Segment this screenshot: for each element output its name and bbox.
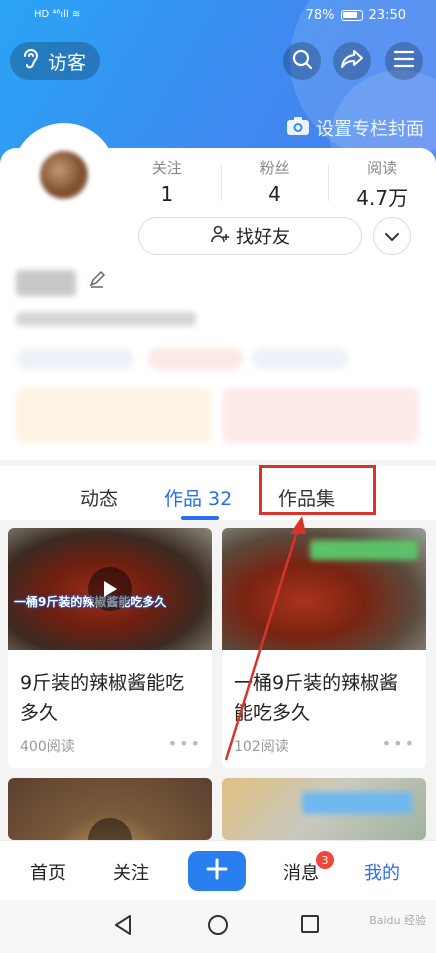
notification-badge: 3	[316, 851, 334, 869]
plus-icon	[205, 857, 229, 885]
watermark: Baidu 经验	[369, 914, 426, 927]
annotation-arrow	[224, 516, 306, 761]
nav-home[interactable]: 首页	[30, 859, 66, 885]
bottom-nav: 首页 关注 消息 3 我的	[0, 840, 436, 900]
home-icon[interactable]	[206, 913, 230, 941]
publish-button[interactable]	[188, 851, 246, 891]
nav-messages[interactable]: 消息	[283, 859, 319, 885]
nav-follow[interactable]: 关注	[113, 859, 149, 885]
nav-mine[interactable]: 我的	[364, 859, 400, 885]
back-icon[interactable]	[112, 913, 134, 941]
recents-icon[interactable]	[300, 914, 320, 938]
